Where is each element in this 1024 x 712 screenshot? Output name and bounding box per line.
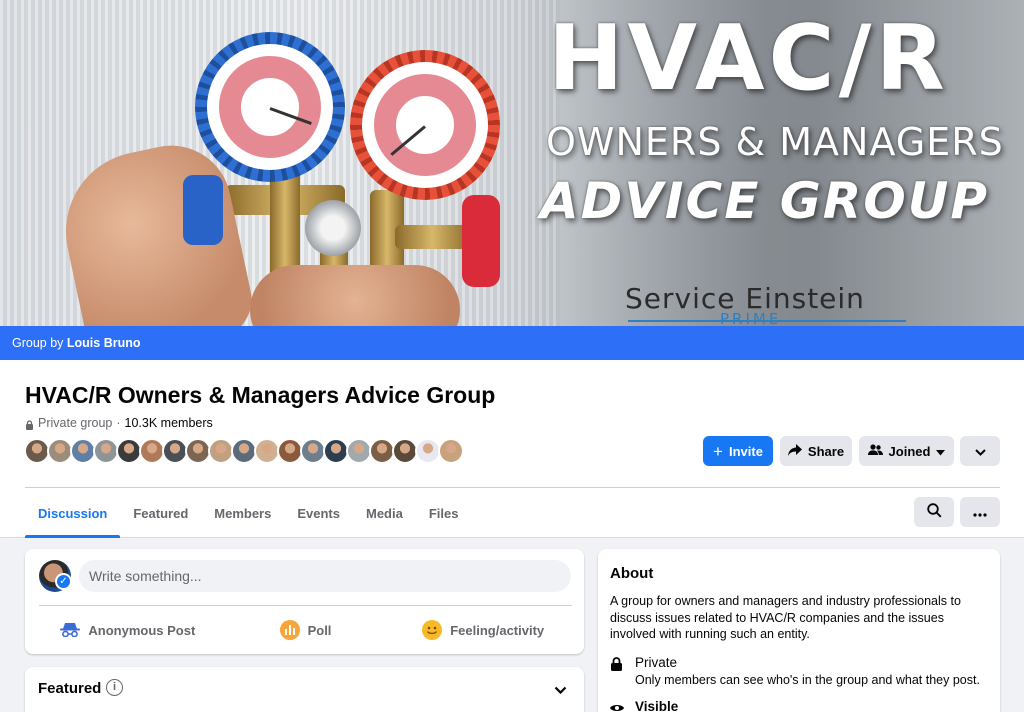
- private-description: Only members can see who's in the group …: [635, 673, 980, 687]
- member-avatars[interactable]: [24, 438, 464, 464]
- group-header: HVAC/R Owners & Managers Advice Group Pr…: [0, 360, 1024, 538]
- feeling-activity-button[interactable]: Feeling/activity: [394, 613, 572, 647]
- member-count-link[interactable]: 10.3K members: [125, 416, 213, 430]
- group-tabs: Discussion Featured Members Events Media…: [25, 488, 471, 538]
- visibility-row: Visible: [610, 699, 678, 712]
- chevron-down-icon[interactable]: [554, 681, 567, 699]
- red-valve-knob: [462, 195, 500, 287]
- invite-button[interactable]: + Invite: [703, 436, 773, 466]
- privacy-row: Private Only members can see who's in th…: [610, 655, 980, 687]
- cover-title-line2: OWNERS & MANAGERS: [546, 120, 1004, 164]
- cover-hand-bottom: [250, 265, 460, 326]
- poll-button[interactable]: Poll: [217, 613, 395, 647]
- manifold-hub: [305, 200, 361, 256]
- search-icon: [926, 503, 942, 521]
- featured-section[interactable]: Featured i: [25, 667, 584, 712]
- share-arrow-icon: [787, 443, 802, 459]
- private-title: Private: [635, 655, 678, 670]
- cover-title-line1: HVAC/R: [548, 6, 949, 111]
- group-by-banner: Group by Louis Bruno: [0, 326, 1024, 360]
- tab-members[interactable]: Members: [201, 488, 284, 538]
- more-options-button[interactable]: [960, 436, 1000, 466]
- caret-down-icon: [936, 444, 946, 459]
- privacy-label: Private group: [38, 416, 113, 430]
- plus-icon: +: [713, 441, 723, 461]
- composer-actions: Anonymous Post Poll Feeling/activity: [39, 613, 572, 647]
- verified-badge-icon: ✓: [55, 573, 72, 590]
- group-meta: Private group · 10.3K members: [25, 416, 213, 430]
- manifold-arm: [395, 225, 470, 249]
- featured-title: Featured: [38, 680, 102, 697]
- cover-brand-sub: PRIME: [720, 310, 782, 326]
- joined-button[interactable]: Joined: [859, 436, 954, 466]
- lock-icon: [610, 657, 623, 671]
- smiley-icon: [422, 620, 443, 640]
- visible-title: Visible: [635, 699, 679, 712]
- cover-title-line3: ADVICE GROUP: [540, 172, 990, 230]
- feeling-activity-label: Feeling/activity: [450, 622, 545, 638]
- ellipsis-icon: [973, 505, 987, 520]
- share-button[interactable]: Share: [780, 436, 852, 466]
- poll-label: Poll: [307, 622, 332, 638]
- tab-media[interactable]: Media: [353, 488, 416, 538]
- search-button[interactable]: [914, 497, 954, 527]
- members-icon: [867, 443, 883, 459]
- tab-files[interactable]: Files: [416, 488, 472, 538]
- about-card: About A group for owners and managers an…: [598, 549, 1000, 712]
- joined-label: Joined: [888, 443, 931, 459]
- more-actions-button[interactable]: [960, 497, 1000, 527]
- invite-label: Invite: [728, 443, 763, 459]
- blue-valve-knob: [183, 175, 223, 245]
- write-something-input[interactable]: Write something...: [79, 560, 571, 592]
- tab-featured[interactable]: Featured: [120, 488, 201, 538]
- poll-icon: [279, 620, 300, 640]
- meta-separator: ·: [116, 416, 121, 430]
- about-title: About: [610, 565, 654, 582]
- share-label: Share: [807, 443, 845, 459]
- group-owner-link[interactable]: Louis Bruno: [67, 336, 141, 350]
- tab-events[interactable]: Events: [284, 488, 353, 538]
- composer-divider: [39, 605, 572, 606]
- group-by-prefix: Group by: [12, 336, 67, 350]
- incognito-icon: [60, 623, 81, 638]
- lock-icon: [25, 419, 34, 430]
- post-composer: ✓ Write something... Anonymous Post Poll…: [25, 549, 584, 654]
- member-avatar[interactable]: [438, 438, 464, 464]
- anonymous-post-button[interactable]: Anonymous Post: [39, 613, 217, 647]
- low-pressure-gauge: [195, 32, 345, 182]
- chevron-down-icon: [974, 444, 986, 459]
- high-pressure-gauge: [350, 50, 500, 200]
- anonymous-post-label: Anonymous Post: [88, 622, 196, 638]
- cover-photo[interactable]: HVAC/R OWNERS & MANAGERS ADVICE GROUP Se…: [0, 0, 1024, 326]
- tab-discussion[interactable]: Discussion: [25, 488, 121, 538]
- eye-icon: [610, 701, 624, 712]
- about-description: A group for owners and managers and indu…: [610, 594, 961, 641]
- info-icon[interactable]: i: [106, 679, 123, 696]
- page-title[interactable]: HVAC/R Owners & Managers Advice Group: [25, 382, 495, 409]
